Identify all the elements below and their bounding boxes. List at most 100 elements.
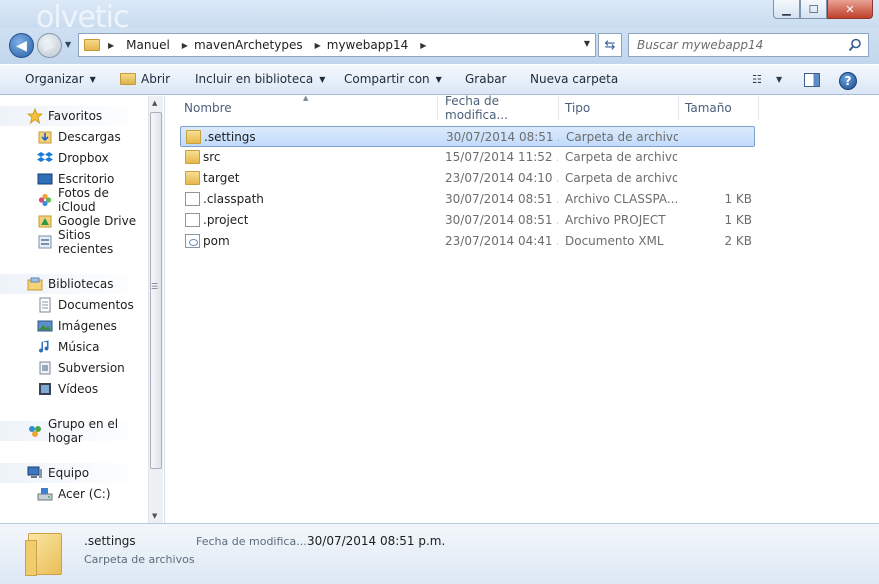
file-date: 23/07/2014 04:10 ... [445, 171, 558, 185]
file-row[interactable]: .project 30/07/2014 08:51 ... Archivo PROJ… [180, 210, 755, 231]
forward-button[interactable]: ▶ [37, 33, 62, 58]
open-button[interactable]: Abrir [120, 72, 170, 86]
folder-icon [186, 130, 201, 144]
libraries-icon [27, 276, 43, 292]
nav-acer-drive[interactable]: Acer (C:) [0, 484, 146, 504]
videos-icon [37, 381, 53, 397]
breadcrumb-arrow[interactable]: ▶ [309, 41, 327, 50]
open-folder-icon [120, 73, 136, 85]
folder-icon [185, 150, 200, 164]
nav-descargas[interactable]: Descargas [0, 127, 146, 147]
details-date-label: Fecha de modifica... [196, 535, 307, 548]
homegroup-icon [27, 423, 43, 439]
file-size: 1 KB [724, 192, 752, 206]
file-type: Carpeta de archivos [565, 171, 677, 185]
address-history-dropdown[interactable]: ▼ [584, 39, 590, 48]
nav-fotos-icloud[interactable]: Fotos de iCloud [0, 186, 146, 214]
search-icon[interactable] [848, 38, 862, 52]
column-header-type[interactable]: Tipo [559, 96, 679, 120]
computer-icon [27, 465, 43, 481]
file-date: 30/07/2014 08:51 ... [445, 192, 558, 206]
nav-videos[interactable]: Vídeos [0, 379, 146, 399]
back-arrow-icon: ◀ [16, 37, 27, 54]
file-date: 15/07/2014 11:52 ... [445, 150, 558, 164]
file-date: 30/07/2014 08:51 ... [446, 130, 559, 144]
share-with-menu[interactable]: Compartir con ▼ [344, 72, 442, 86]
refresh-button[interactable]: ⇆ [598, 33, 622, 57]
breadcrumb-manuel[interactable]: Manuel [126, 38, 170, 52]
forward-arrow-icon: ▶ [44, 37, 55, 54]
nav-subversion[interactable]: Subversion [0, 358, 146, 378]
file-name: .settings [204, 130, 256, 144]
address-bar[interactable]: ▶ Manuel ▶ mavenArchetypes ▶ mywebapp14 … [78, 33, 596, 57]
refresh-icon: ⇆ [604, 37, 616, 53]
preview-pane-icon[interactable] [804, 73, 820, 87]
nav-musica[interactable]: Música [0, 337, 146, 357]
burn-button[interactable]: Grabar [465, 72, 507, 86]
desktop-icon [37, 171, 53, 187]
file-type: Archivo PROJECT [565, 213, 666, 227]
column-header-size[interactable]: Tamaño [679, 96, 759, 120]
close-button[interactable]: ✕ [827, 0, 873, 19]
file-row[interactable]: pom 23/07/2014 04:41 ... Documento XML 2 KB [180, 231, 755, 252]
view-options-dropdown[interactable]: ▼ [776, 75, 782, 84]
documents-icon [37, 297, 53, 313]
chevron-down-icon: ▼ [319, 74, 326, 84]
scroll-up-icon[interactable]: ▲ [152, 99, 157, 107]
organize-menu[interactable]: Organizar ▼ [25, 72, 96, 86]
navigation-pane: Favoritos Descargas Dropbox Escritorio F… [0, 96, 165, 523]
breadcrumb-mywebapp14[interactable]: mywebapp14 [327, 38, 408, 52]
file-name: .project [203, 213, 249, 227]
chevron-down-icon: ▼ [89, 74, 96, 84]
scroll-down-icon[interactable]: ▼ [152, 512, 157, 520]
breadcrumb-arrow[interactable]: ▶ [414, 41, 432, 50]
nav-favorites[interactable]: Favoritos [0, 106, 146, 126]
breadcrumb-root-arrow[interactable]: ▶ [108, 41, 120, 50]
file-date: 23/07/2014 04:41 ... [445, 234, 558, 248]
change-view-icon[interactable]: ☷ [752, 73, 762, 86]
details-pane: .settings Carpeta de archivos Fecha de m… [0, 523, 879, 584]
folder-icon [185, 171, 200, 185]
nav-imagenes[interactable]: Imágenes [0, 316, 146, 336]
include-in-library-menu[interactable]: Incluir en biblioteca ▼ [195, 72, 325, 86]
search-input[interactable] [637, 38, 847, 52]
file-row[interactable]: .classpath 30/07/2014 08:51 ... Archivo CL… [180, 189, 755, 210]
file-type: Carpeta de archivos [566, 130, 678, 144]
help-icon[interactable]: ? [839, 72, 857, 90]
icloud-photos-icon [37, 192, 53, 208]
file-row[interactable]: src 15/07/2014 11:52 ... Carpeta de archiv… [180, 147, 755, 168]
details-date-value: 30/07/2014 08:51 p.m. [307, 534, 446, 548]
xml-icon [185, 234, 200, 248]
hard-drive-icon [37, 486, 53, 502]
music-icon [37, 339, 53, 355]
nav-scrollbar[interactable]: ▲ ☰ ▼ [148, 96, 163, 523]
file-type: Carpeta de archivos [565, 150, 677, 164]
nav-sitios-recientes[interactable]: Sitios recientes [0, 228, 146, 256]
breadcrumb-arrow[interactable]: ▶ [176, 41, 194, 50]
folder-icon [84, 39, 100, 51]
command-bar: Organizar ▼ Abrir Incluir en biblioteca ▼ … [0, 64, 879, 95]
window-controls: ▁ ☐ ✕ [773, 0, 873, 19]
nav-grupo-hogar[interactable]: Grupo en el hogar [0, 417, 146, 445]
file-name: .classpath [203, 192, 264, 206]
minimize-button[interactable]: ▁ [773, 0, 800, 19]
column-header-name[interactable]: Nombre [178, 96, 438, 120]
column-header-date[interactable]: Fecha de modifica... [439, 94, 559, 122]
breadcrumb-mavenarchetypes[interactable]: mavenArchetypes [194, 38, 303, 52]
details-item-type: Carpeta de archivos [84, 553, 195, 566]
back-button[interactable]: ◀ [9, 33, 34, 58]
search-box[interactable] [628, 33, 869, 57]
new-folder-button[interactable]: Nueva carpeta [530, 72, 618, 86]
maximize-button[interactable]: ☐ [800, 0, 827, 19]
nav-documentos[interactable]: Documentos [0, 295, 146, 315]
address-row: ◀ ▶ ▼ ▶ Manuel ▶ mavenArchetypes ▶ myweb… [0, 28, 879, 64]
pictures-icon [37, 318, 53, 334]
file-row[interactable]: .settings 30/07/2014 08:51 ... Carpeta de … [180, 126, 755, 147]
file-type: Archivo CLASSPA... [565, 192, 677, 206]
nav-bibliotecas[interactable]: Bibliotecas [0, 274, 146, 294]
nav-equipo[interactable]: Equipo [0, 463, 146, 483]
recent-pages-dropdown[interactable]: ▼ [65, 40, 71, 49]
nav-dropbox[interactable]: Dropbox [0, 148, 146, 168]
file-name: src [203, 150, 221, 164]
file-row[interactable]: target 23/07/2014 04:10 ... Carpeta de arc… [180, 168, 755, 189]
